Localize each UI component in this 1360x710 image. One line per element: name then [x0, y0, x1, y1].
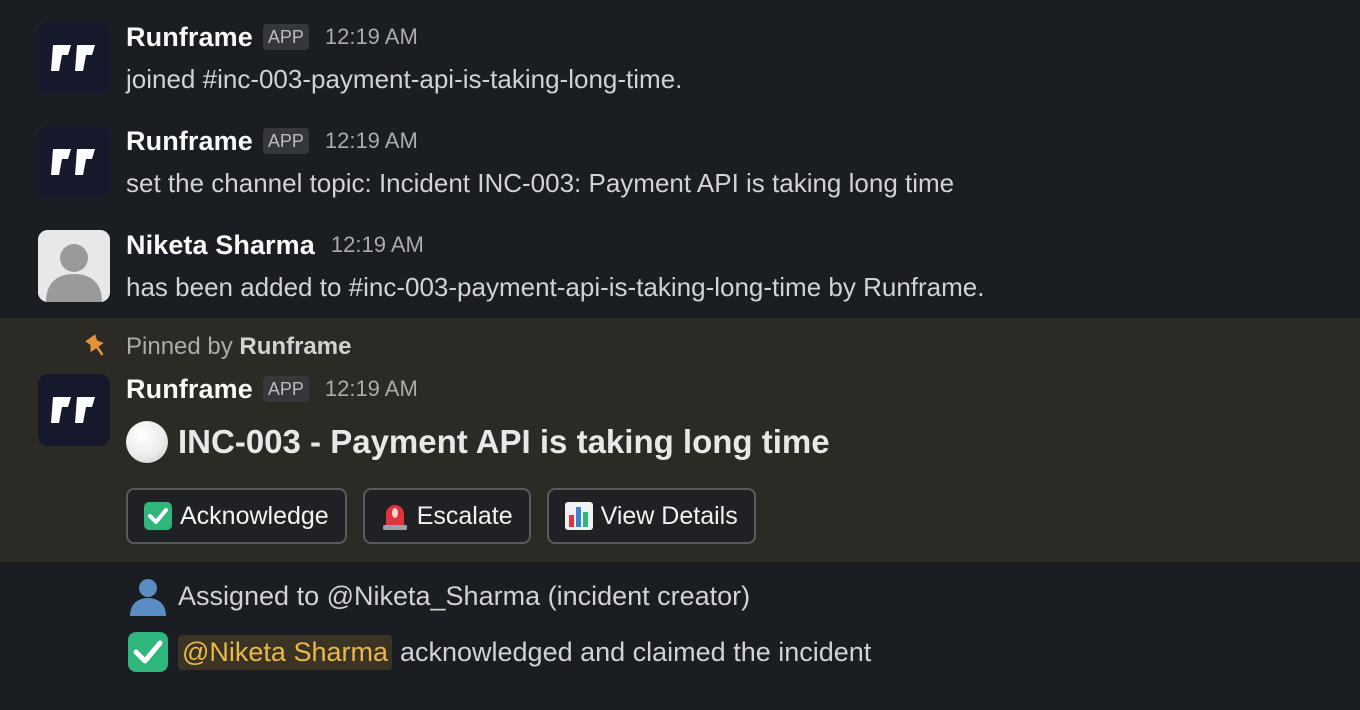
timestamp[interactable]: 12:19 AM	[325, 128, 418, 154]
sender-name[interactable]: Runframe	[126, 126, 253, 157]
timestamp[interactable]: 12:19 AM	[325, 24, 418, 50]
pin-icon	[85, 334, 104, 356]
runframe-logo-icon	[51, 149, 95, 175]
message-incident: Runframe APP 12:19 AM INC-003 - Payment …	[0, 372, 1360, 544]
bust-in-silhouette-icon	[126, 574, 170, 618]
app-badge: APP	[262, 376, 309, 402]
app-badge: APP	[262, 128, 309, 154]
default-user-icon	[38, 230, 110, 302]
runframe-avatar[interactable]	[38, 22, 110, 94]
pinned-prefix: Pinned by	[126, 333, 240, 360]
runframe-logo-icon	[51, 45, 95, 71]
message-runframe-joined: Runframe APP 12:19 AM joined #inc-003-pa…	[0, 20, 1360, 96]
view-details-label: View Details	[600, 501, 738, 530]
acknowledged-message: @Niketa Sharma acknowledged and claimed …	[126, 630, 871, 674]
incident-actions: Acknowledge Escalate View Details	[126, 488, 1360, 544]
runframe-avatar[interactable]	[38, 374, 110, 446]
message-text: has been added to #inc-003-payment-api-i…	[126, 272, 985, 302]
pinned-label: Pinned by Runframe	[0, 332, 1360, 362]
runframe-avatar[interactable]	[38, 126, 110, 198]
message-runframe-topic: Runframe APP 12:19 AM set the channel to…	[0, 124, 1360, 200]
pinned-by-name[interactable]: Runframe	[239, 333, 351, 360]
timestamp[interactable]: 12:19 AM	[331, 232, 424, 258]
escalate-label: Escalate	[416, 501, 513, 530]
assigned-text: Assigned to @Niketa_Sharma (incident cre…	[178, 580, 751, 611]
timestamp[interactable]: 12:19 AM	[325, 376, 418, 402]
user-avatar[interactable]	[38, 230, 110, 302]
pinned-by-text: Pinned by Runframe	[126, 333, 351, 361]
message-user-added: Niketa Sharma 12:19 AM has been added to…	[0, 228, 1360, 304]
check-mark-button-icon	[142, 500, 174, 532]
acknowledge-label: Acknowledge	[180, 501, 329, 530]
white-circle-icon	[126, 421, 168, 463]
message-text: set the channel topic: Incident INC-003:…	[126, 168, 955, 198]
message-text: joined #inc-003-payment-api-is-taking-lo…	[126, 64, 683, 94]
sender-name[interactable]: Runframe	[126, 374, 253, 405]
sender-name[interactable]: Niketa Sharma	[126, 230, 315, 261]
check-mark-button-icon	[126, 630, 170, 674]
app-badge: APP	[262, 24, 309, 50]
incident-title: INC-003 - Payment API is taking long tim…	[126, 421, 1360, 463]
assigned-message: Assigned to @Niketa_Sharma (incident cre…	[126, 574, 750, 618]
pinned-message: Pinned by Runframe Runframe APP 12:19 AM…	[0, 318, 1360, 562]
channel-message-list: Runframe APP 12:19 AM joined #inc-003-pa…	[0, 0, 1360, 710]
bar-chart-icon	[563, 500, 595, 532]
acknowledged-text: acknowledged and claimed the incident	[399, 636, 872, 667]
view-details-button[interactable]: View Details	[546, 488, 756, 544]
acknowledge-button[interactable]: Acknowledge	[126, 488, 347, 544]
runframe-logo-icon	[51, 397, 95, 423]
escalate-button[interactable]: Escalate	[362, 488, 531, 544]
sender-name[interactable]: Runframe	[126, 22, 253, 53]
user-mention[interactable]: @Niketa Sharma	[178, 634, 392, 670]
incident-title-text: INC-003 - Payment API is taking long tim…	[178, 423, 830, 460]
police-light-icon	[379, 500, 411, 532]
